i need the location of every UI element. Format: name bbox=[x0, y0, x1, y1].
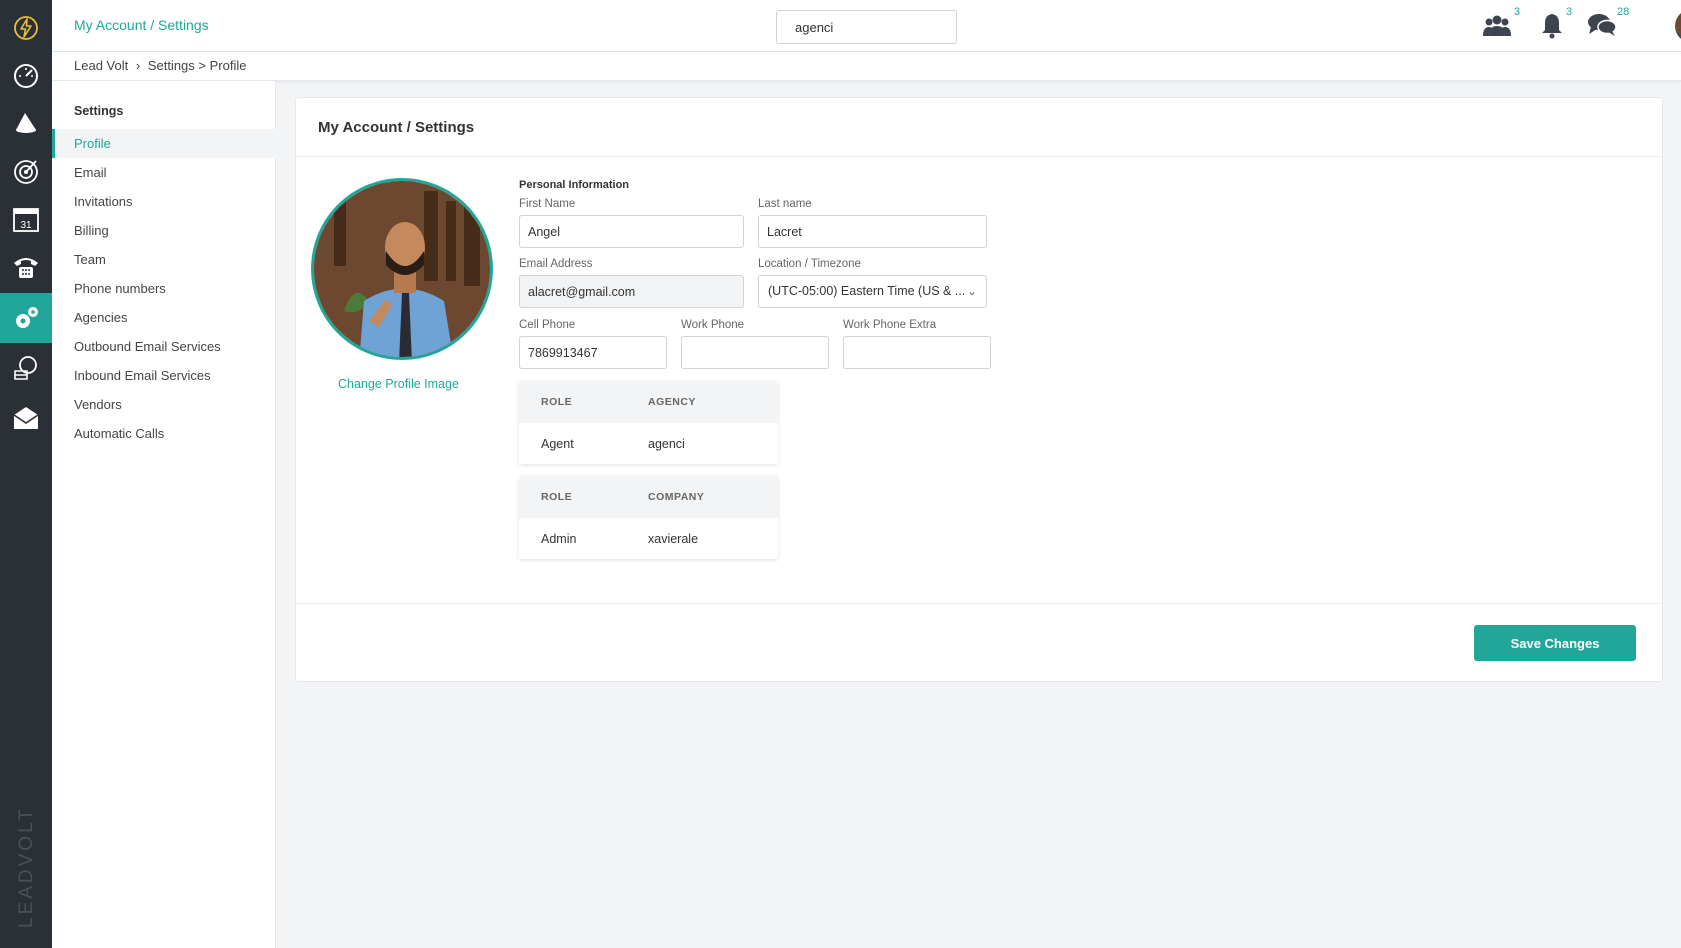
email-label: Email Address bbox=[519, 258, 593, 270]
save-changes-button[interactable]: Save Changes bbox=[1474, 625, 1636, 661]
table-row: Admin xavierale bbox=[519, 518, 778, 559]
breadcrumb: Lead Volt › Settings > Profile bbox=[74, 58, 250, 73]
first-name-label: First Name bbox=[519, 198, 576, 210]
first-name-input[interactable] bbox=[519, 215, 744, 248]
personal-info-heading: Personal Information bbox=[519, 179, 630, 191]
header-title[interactable]: My Account / Settings bbox=[74, 17, 209, 33]
sidebar-item-invitations[interactable]: Invitations bbox=[52, 187, 276, 216]
divider bbox=[296, 156, 1662, 157]
timezone-label: Location / Timezone bbox=[758, 258, 861, 270]
company-cell: xavierale bbox=[648, 531, 699, 546]
top-bar: My Account / Settings 3 3 28 bbox=[52, 0, 1681, 52]
sidebar-item-vendors[interactable]: Vendors bbox=[52, 390, 276, 419]
timezone-value: (UTC-05:00) Eastern Time (US & ... bbox=[768, 284, 966, 298]
sidebar-item-outbound-email[interactable]: Outbound Email Services bbox=[52, 332, 276, 361]
settings-card: My Account / Settings Change Profile Ima… bbox=[295, 97, 1663, 682]
role-cell: Admin bbox=[541, 531, 577, 546]
profile-image[interactable] bbox=[311, 178, 493, 360]
breadcrumb-home[interactable]: Lead Volt bbox=[74, 58, 128, 73]
role-column-header: ROLE bbox=[541, 396, 573, 408]
calendar-day: 31 bbox=[20, 220, 32, 231]
dashboard-gauge-icon[interactable] bbox=[0, 50, 52, 100]
sidebar-item-profile[interactable]: Profile bbox=[52, 129, 276, 158]
cell-phone-input[interactable] bbox=[519, 336, 667, 369]
sidebar-item-phone-numbers[interactable]: Phone numbers bbox=[52, 274, 276, 303]
agency-column-header: AGENCY bbox=[648, 396, 696, 408]
chevron-down-icon: ⌄ bbox=[966, 284, 977, 298]
agency-role-table: ROLE AGENCY Agent agenci bbox=[519, 381, 778, 464]
leadvolt-vertical-logo: LEADVOLT bbox=[16, 806, 37, 928]
money-gear-icon[interactable] bbox=[0, 343, 52, 393]
settings-sidebar: Settings Profile Email Invitations Billi… bbox=[52, 81, 276, 948]
last-name-label: Last name bbox=[758, 198, 812, 210]
user-avatar[interactable] bbox=[1675, 9, 1681, 43]
company-column-header: COMPANY bbox=[648, 491, 705, 503]
settings-gears-icon[interactable] bbox=[0, 293, 52, 343]
company-role-table: ROLE COMPANY Admin xavierale bbox=[519, 476, 778, 559]
chat-icon[interactable]: 28 bbox=[1587, 6, 1629, 42]
change-profile-image-link[interactable]: Change Profile Image bbox=[338, 377, 459, 391]
svg-text:LEADVOLT: LEADVOLT bbox=[16, 806, 37, 928]
divider bbox=[296, 603, 1662, 604]
table-header: ROLE COMPANY bbox=[519, 476, 778, 518]
sidebar-item-automatic-calls[interactable]: Automatic Calls bbox=[52, 419, 276, 448]
work-phone-extra-input[interactable] bbox=[843, 336, 991, 369]
bolt-logo-icon[interactable] bbox=[0, 6, 52, 50]
table-header: ROLE AGENCY bbox=[519, 381, 778, 423]
breadcrumb-separator: › bbox=[135, 58, 141, 73]
cell-phone-label: Cell Phone bbox=[519, 319, 576, 331]
sidebar-item-billing[interactable]: Billing bbox=[52, 216, 276, 245]
sidebar-item-agencies[interactable]: Agencies bbox=[52, 303, 276, 332]
search-input[interactable] bbox=[776, 10, 957, 44]
bell-icon[interactable]: 3 bbox=[1540, 6, 1572, 42]
phone-icon[interactable] bbox=[0, 242, 52, 292]
sidebar-item-team[interactable]: Team bbox=[52, 245, 276, 274]
sidebar-heading: Settings bbox=[74, 104, 124, 118]
mail-icon[interactable] bbox=[0, 393, 52, 443]
breadcrumb-bar: Lead Volt › Settings > Profile bbox=[52, 52, 1681, 81]
target-icon[interactable] bbox=[0, 146, 52, 196]
role-column-header: ROLE bbox=[541, 491, 573, 503]
table-row: Agent agenci bbox=[519, 423, 778, 464]
agency-cell: agenci bbox=[648, 436, 685, 451]
calendar-icon[interactable]: 31 bbox=[0, 194, 52, 244]
timezone-select[interactable]: (UTC-05:00) Eastern Time (US & ... ⌄ bbox=[758, 275, 987, 308]
sidebar-item-inbound-email[interactable]: Inbound Email Services bbox=[52, 361, 276, 390]
breadcrumb-current: Settings > Profile bbox=[147, 58, 247, 73]
icon-rail: 31 LEADVOLT bbox=[0, 0, 52, 948]
role-cell: Agent bbox=[541, 436, 574, 451]
work-phone-extra-label: Work Phone Extra bbox=[843, 319, 937, 331]
team-count-badge: 3 bbox=[1514, 6, 1521, 18]
work-phone-input[interactable] bbox=[681, 336, 829, 369]
sidebar-item-email[interactable]: Email bbox=[52, 158, 276, 187]
notifications-badge: 3 bbox=[1566, 6, 1573, 18]
megaphone-icon[interactable] bbox=[0, 98, 52, 148]
email-input[interactable] bbox=[519, 275, 744, 308]
work-phone-label: Work Phone bbox=[681, 319, 745, 331]
team-icon[interactable]: 3 bbox=[1482, 6, 1520, 42]
messages-badge: 28 bbox=[1617, 6, 1630, 18]
card-title: My Account / Settings bbox=[318, 119, 475, 136]
last-name-input[interactable] bbox=[758, 215, 987, 248]
